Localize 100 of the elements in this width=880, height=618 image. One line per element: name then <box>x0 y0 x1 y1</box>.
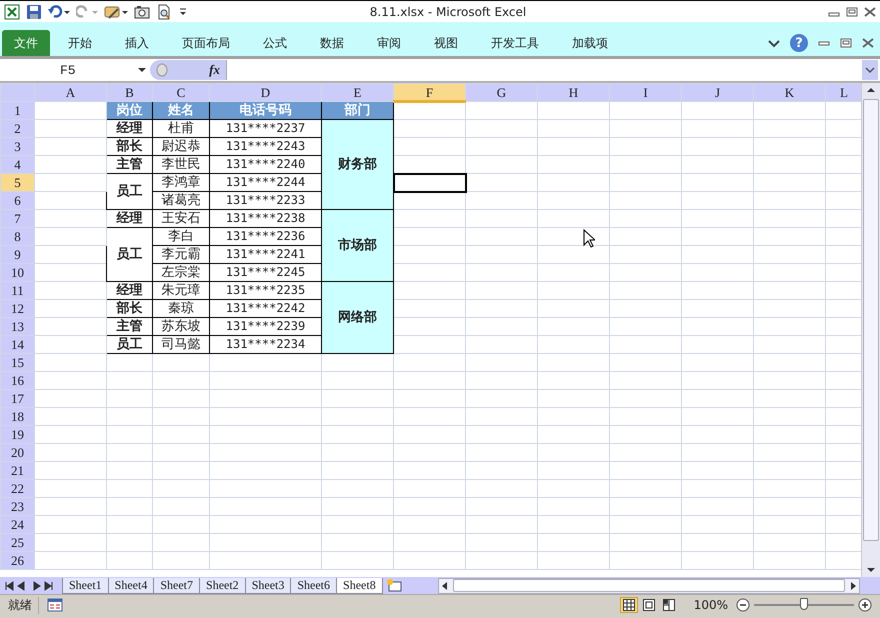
ribbon-tab[interactable]: 审阅 <box>362 30 416 56</box>
zoom-slider-thumb[interactable] <box>800 598 808 610</box>
row-header[interactable]: 18 <box>0 408 34 426</box>
table-cell: 经理 <box>106 120 152 138</box>
column-header[interactable]: B <box>106 84 152 102</box>
table-cell: 131****2235 <box>210 282 322 300</box>
horizontal-scrollbar[interactable] <box>438 578 860 594</box>
table-cell: 员工 <box>106 336 152 354</box>
row-header[interactable]: 24 <box>0 516 34 534</box>
table-cell: 主管 <box>106 156 152 174</box>
ribbon-tab[interactable]: 数据 <box>305 30 359 56</box>
ribbon-tab[interactable]: 插入 <box>110 30 164 56</box>
ribbon-tab[interactable]: 公式 <box>248 30 302 56</box>
column-header[interactable]: D <box>210 84 322 102</box>
status-text: 就绪 <box>8 596 39 614</box>
table-cell: 杜甫 <box>152 120 210 138</box>
row-header[interactable]: 12 <box>0 300 34 318</box>
sheet-tab[interactable]: Sheet7 <box>153 578 200 594</box>
table-header-cell: 岗位 <box>106 102 152 120</box>
ribbon-tab[interactable]: 文件 <box>2 30 50 56</box>
row-header[interactable]: 14 <box>0 336 34 354</box>
zoom-in-icon[interactable] <box>858 598 872 612</box>
column-header[interactable]: H <box>538 84 610 102</box>
table-cell: 经理 <box>106 210 152 228</box>
row-header[interactable]: 17 <box>0 390 34 408</box>
row-header[interactable]: 25 <box>0 534 34 552</box>
ribbon-tab[interactable]: 开发工具 <box>476 30 554 56</box>
column-header[interactable]: I <box>610 84 682 102</box>
table-cell: 员工 <box>106 228 152 282</box>
expand-formula-bar-icon[interactable] <box>862 60 878 80</box>
restore-icon[interactable] <box>846 6 858 16</box>
zoom-level[interactable]: 100% <box>694 598 728 612</box>
row-header[interactable]: 23 <box>0 498 34 516</box>
row-header[interactable]: 22 <box>0 480 34 498</box>
row-header[interactable]: 15 <box>0 354 34 372</box>
vertical-scrollbar[interactable] <box>861 83 880 577</box>
row-header[interactable]: 9 <box>0 246 34 264</box>
table-cell: 秦琼 <box>152 300 210 318</box>
column-header[interactable]: C <box>152 84 210 102</box>
restore-icon[interactable] <box>840 38 852 48</box>
camera-icon[interactable] <box>134 4 150 20</box>
undo-icon[interactable] <box>48 4 70 20</box>
caret-icon[interactable] <box>138 67 146 73</box>
row-header[interactable]: 11 <box>0 282 34 300</box>
row-header[interactable]: 16 <box>0 372 34 390</box>
row-header[interactable]: 3 <box>0 138 34 156</box>
record-macro-icon[interactable] <box>47 598 63 612</box>
row-header[interactable]: 6 <box>0 192 34 210</box>
row-header[interactable]: 4 <box>0 156 34 174</box>
scroll-thumb[interactable] <box>863 99 879 541</box>
scroll-thumb[interactable] <box>452 579 845 592</box>
row-header[interactable]: 21 <box>0 462 34 480</box>
view-button[interactable] <box>620 597 638 613</box>
name-box[interactable]: F5 <box>0 60 150 80</box>
sheet-tab[interactable]: Sheet6 <box>290 578 338 594</box>
help-button[interactable]: ? <box>790 34 808 52</box>
row-header[interactable]: 2 <box>0 120 34 138</box>
sheet-tab[interactable]: Sheet8 <box>336 578 383 594</box>
column-header[interactable]: F <box>394 84 466 102</box>
ribbon-tab[interactable]: 加载项 <box>557 30 623 56</box>
row-header[interactable]: 5 <box>0 174 34 192</box>
table-cell: 左宗棠 <box>152 264 210 282</box>
row-header[interactable]: 26 <box>0 552 34 570</box>
table-cell: 李鸿章 <box>152 174 210 192</box>
sheet-tab[interactable]: Sheet1 <box>62 578 109 594</box>
ribbon-tab[interactable]: 页面布局 <box>167 30 245 56</box>
page-break-view-icon <box>662 599 675 611</box>
table-cell: 网络部 <box>322 282 394 354</box>
selected-cell[interactable] <box>394 174 466 192</box>
row-header[interactable]: 13 <box>0 318 34 336</box>
save-icon[interactable] <box>26 4 42 20</box>
collapse-ribbon-icon[interactable] <box>768 38 780 48</box>
close-icon[interactable] <box>862 38 874 48</box>
ribbon-tab[interactable]: 开始 <box>53 30 107 56</box>
row-header[interactable]: 10 <box>0 264 34 282</box>
column-header[interactable]: L <box>826 84 861 102</box>
column-header[interactable]: A <box>34 84 106 102</box>
row-header[interactable]: 7 <box>0 210 34 228</box>
row-header[interactable]: 20 <box>0 444 34 462</box>
zoom-out-icon[interactable] <box>736 598 750 612</box>
sheet-tab[interactable]: Sheet3 <box>244 578 292 594</box>
sheet-tab[interactable]: Sheet4 <box>108 578 154 594</box>
column-header[interactable]: E <box>322 84 394 102</box>
row-header[interactable]: 1 <box>0 102 34 120</box>
column-header[interactable]: K <box>754 84 826 102</box>
ribbon-tab[interactable]: 视图 <box>419 30 473 56</box>
table-cell: 李世民 <box>152 156 210 174</box>
table-cell: 诸葛亮 <box>152 192 210 210</box>
table-cell: 市场部 <box>322 210 394 282</box>
insert-function-button[interactable]: fx <box>209 62 220 78</box>
close-icon[interactable] <box>864 6 876 16</box>
row-header[interactable]: 19 <box>0 426 34 444</box>
table-cell: 王安石 <box>152 210 210 228</box>
column-header[interactable]: J <box>682 84 754 102</box>
sheet-tab[interactable]: Sheet2 <box>199 578 246 594</box>
tools-icon[interactable] <box>104 4 128 20</box>
new-sheet-icon[interactable] <box>386 578 404 592</box>
column-header[interactable]: G <box>466 84 538 102</box>
print-preview-icon[interactable] <box>156 4 172 20</box>
row-header[interactable]: 8 <box>0 228 34 246</box>
